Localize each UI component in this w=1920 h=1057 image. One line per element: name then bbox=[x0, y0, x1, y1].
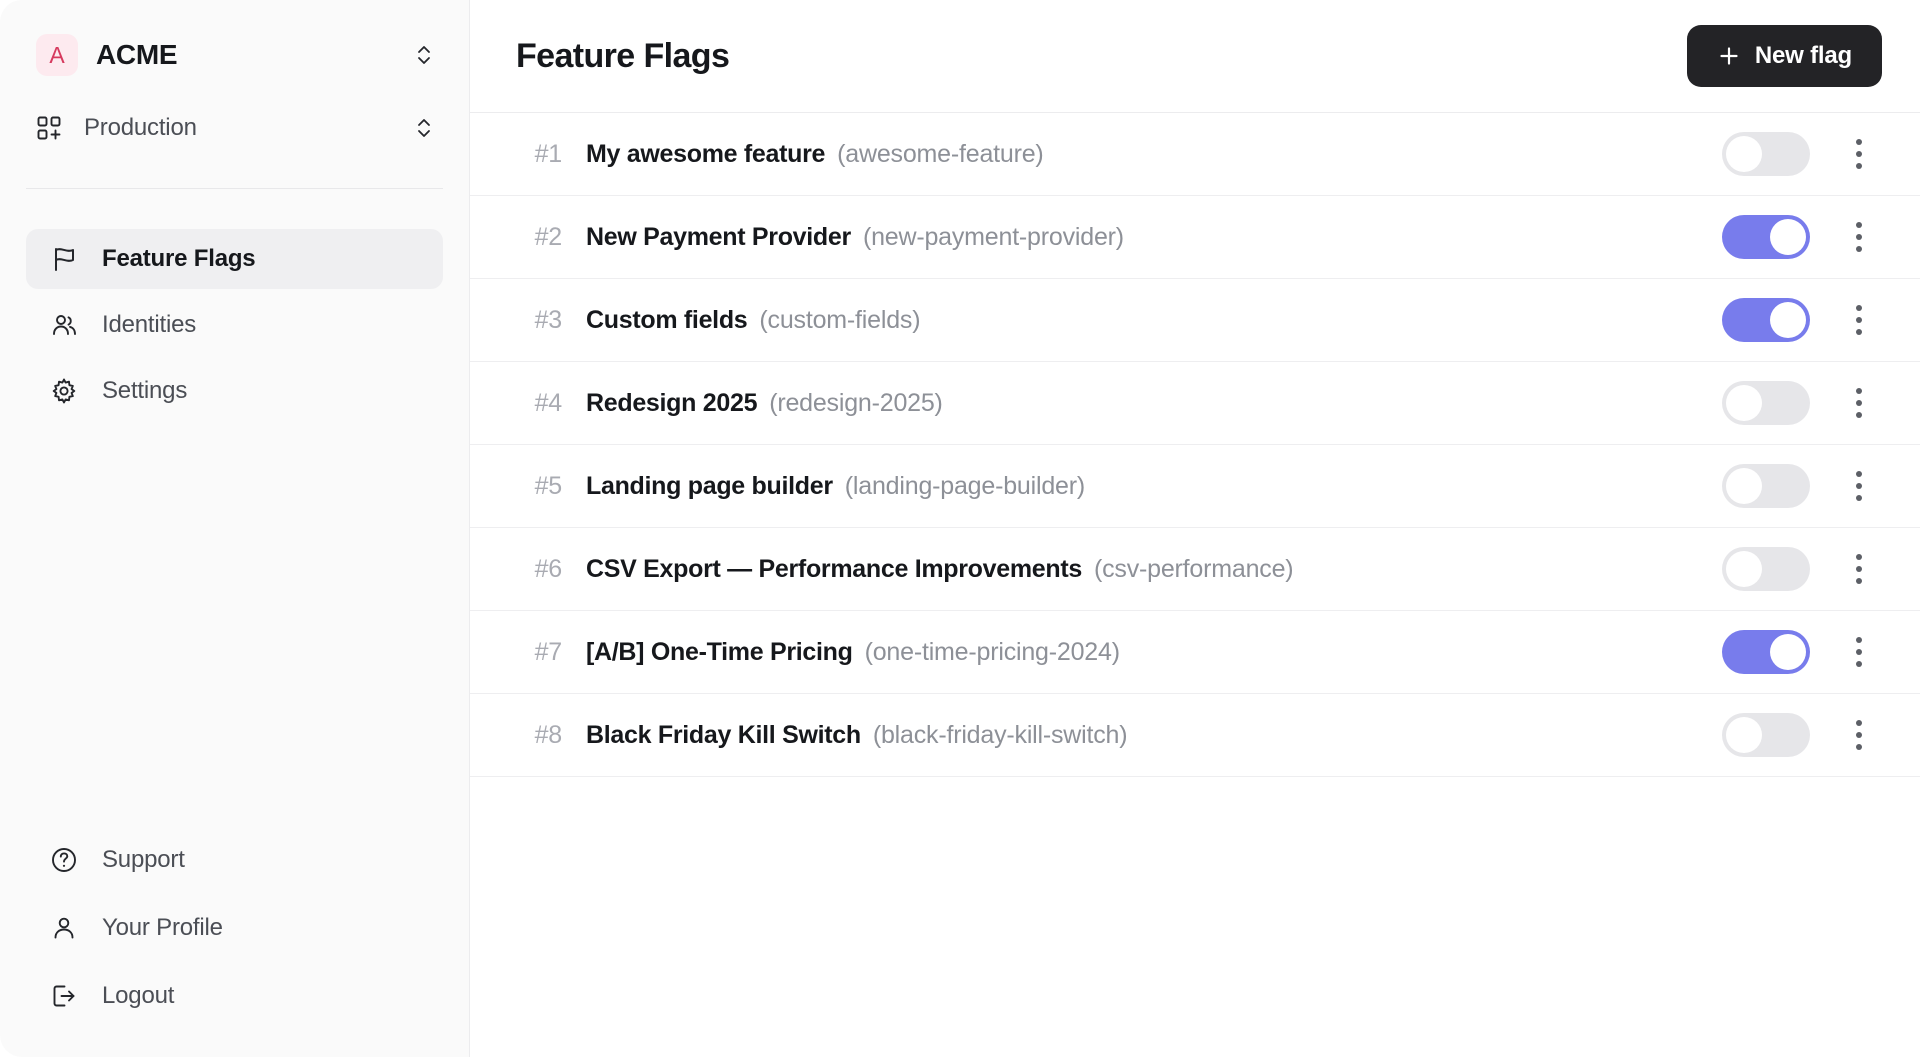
toggle-knob bbox=[1770, 219, 1806, 255]
table-row[interactable]: #2 New Payment Provider (new-payment-pro… bbox=[470, 196, 1920, 279]
flag-toggle[interactable] bbox=[1722, 381, 1810, 425]
sidebar-item-feature-flags[interactable]: Feature Flags bbox=[26, 229, 443, 289]
kebab-menu-icon[interactable] bbox=[1836, 380, 1882, 426]
table-row[interactable]: #5 Landing page builder (landing-page-bu… bbox=[470, 445, 1920, 528]
question-circle-icon bbox=[50, 846, 78, 874]
flag-name: My awesome feature bbox=[586, 139, 826, 168]
kebab-menu-icon[interactable] bbox=[1836, 297, 1882, 343]
table-row[interactable]: #7 [A/B] One-Time Pricing (one-time-pric… bbox=[470, 611, 1920, 694]
flag-name: New Payment Provider bbox=[586, 222, 851, 251]
table-row[interactable]: #1 My awesome feature (awesome-feature) bbox=[470, 113, 1920, 196]
flag-index: #4 bbox=[534, 388, 563, 417]
flag-index: #8 bbox=[534, 720, 563, 749]
flag-key: (one-time-pricing-2024) bbox=[864, 637, 1120, 666]
users-icon bbox=[50, 311, 78, 339]
flag-index: #1 bbox=[534, 139, 563, 168]
toggle-knob bbox=[1726, 551, 1762, 587]
toggle-knob bbox=[1726, 385, 1762, 421]
user-icon bbox=[50, 914, 78, 942]
flag-index: #6 bbox=[534, 554, 563, 583]
table-row[interactable]: #4 Redesign 2025 (redesign-2025) bbox=[470, 362, 1920, 445]
main-header: Feature Flags New flag bbox=[470, 0, 1920, 113]
sidebar-bottom-nav: Support Your Profile Logout bbox=[0, 833, 469, 1023]
flag-name: Landing page builder bbox=[586, 471, 833, 500]
feature-flag-list: #1 My awesome feature (awesome-feature) … bbox=[470, 113, 1920, 1057]
kebab-menu-icon[interactable] bbox=[1836, 629, 1882, 675]
flag-key: (redesign-2025) bbox=[769, 388, 943, 417]
sidebar-item-label: Your Profile bbox=[102, 914, 223, 941]
flag-toggle[interactable] bbox=[1722, 547, 1810, 591]
plus-icon bbox=[1717, 44, 1741, 68]
flag-index: #7 bbox=[534, 637, 563, 666]
flag-index: #2 bbox=[534, 222, 563, 251]
flag-index: #5 bbox=[534, 471, 563, 500]
flag-name: CSV Export — Performance Improvements bbox=[586, 554, 1082, 583]
kebab-menu-icon[interactable] bbox=[1836, 214, 1882, 260]
flag-name: Redesign 2025 bbox=[586, 388, 758, 417]
sidebar-item-logout[interactable]: Logout bbox=[26, 969, 443, 1023]
app-window: A ACME Production Feature Flags Identiti… bbox=[0, 0, 1920, 1057]
environment-switcher[interactable]: Production bbox=[26, 106, 443, 150]
sidebar-item-label: Support bbox=[102, 846, 185, 873]
sidebar-item-settings[interactable]: Settings bbox=[26, 361, 443, 421]
sidebar: A ACME Production Feature Flags Identiti… bbox=[0, 0, 470, 1057]
organization-name: ACME bbox=[96, 39, 178, 70]
organization-avatar: A bbox=[36, 34, 78, 76]
sidebar-item-your-profile[interactable]: Your Profile bbox=[26, 901, 443, 955]
new-flag-button[interactable]: New flag bbox=[1686, 25, 1882, 87]
flag-key: (black-friday-kill-switch) bbox=[872, 720, 1128, 749]
sidebar-item-support[interactable]: Support bbox=[26, 833, 443, 887]
table-row[interactable]: #6 CSV Export — Performance Improvements… bbox=[470, 528, 1920, 611]
chevron-up-down-icon bbox=[415, 42, 433, 68]
flag-toggle[interactable] bbox=[1722, 132, 1810, 176]
table-row[interactable]: #3 Custom fields (custom-fields) bbox=[470, 279, 1920, 362]
flag-toggle[interactable] bbox=[1722, 630, 1810, 674]
sidebar-item-label: Identities bbox=[102, 311, 197, 338]
flag-toggle[interactable] bbox=[1722, 713, 1810, 757]
toggle-knob bbox=[1726, 136, 1762, 172]
chevron-up-down-icon bbox=[415, 115, 433, 141]
table-row[interactable]: #8 Black Friday Kill Switch (black-frida… bbox=[470, 694, 1920, 777]
flag-key: (csv-performance) bbox=[1094, 554, 1294, 583]
logout-icon bbox=[50, 982, 78, 1010]
flag-key: (awesome-feature) bbox=[837, 139, 1044, 168]
organization-avatar-letter: A bbox=[49, 41, 65, 68]
sidebar-main-nav: Feature Flags Identities Settings bbox=[0, 229, 469, 421]
kebab-menu-icon[interactable] bbox=[1836, 131, 1882, 177]
grid-plus-icon bbox=[36, 115, 62, 141]
main-content: Feature Flags New flag #1 My awesome fea… bbox=[470, 0, 1920, 1057]
sidebar-divider bbox=[26, 188, 443, 189]
flag-name: [A/B] One-Time Pricing bbox=[586, 637, 853, 666]
sidebar-item-label: Logout bbox=[102, 982, 175, 1009]
flag-key: (landing-page-builder) bbox=[844, 471, 1085, 500]
flag-name: Custom fields bbox=[586, 305, 748, 334]
new-flag-button-label: New flag bbox=[1754, 42, 1852, 69]
flag-key: (custom-fields) bbox=[759, 305, 921, 334]
toggle-knob bbox=[1770, 302, 1806, 338]
sidebar-item-label: Settings bbox=[102, 377, 188, 404]
page-title: Feature Flags bbox=[516, 36, 730, 75]
toggle-knob bbox=[1770, 634, 1806, 670]
flag-icon bbox=[50, 245, 78, 273]
flag-index: #3 bbox=[534, 305, 563, 334]
flag-key: (new-payment-provider) bbox=[862, 222, 1124, 251]
sidebar-item-identities[interactable]: Identities bbox=[26, 295, 443, 355]
gear-icon bbox=[50, 377, 78, 405]
kebab-menu-icon[interactable] bbox=[1836, 712, 1882, 758]
toggle-knob bbox=[1726, 468, 1762, 504]
flag-name: Black Friday Kill Switch bbox=[586, 720, 861, 749]
kebab-menu-icon[interactable] bbox=[1836, 463, 1882, 509]
kebab-menu-icon[interactable] bbox=[1836, 546, 1882, 592]
sidebar-item-label: Feature Flags bbox=[102, 245, 256, 272]
flag-toggle[interactable] bbox=[1722, 464, 1810, 508]
environment-name: Production bbox=[84, 114, 197, 141]
toggle-knob bbox=[1726, 717, 1762, 753]
organization-switcher[interactable]: A ACME bbox=[26, 26, 443, 84]
flag-toggle[interactable] bbox=[1722, 298, 1810, 342]
flag-toggle[interactable] bbox=[1722, 215, 1810, 259]
